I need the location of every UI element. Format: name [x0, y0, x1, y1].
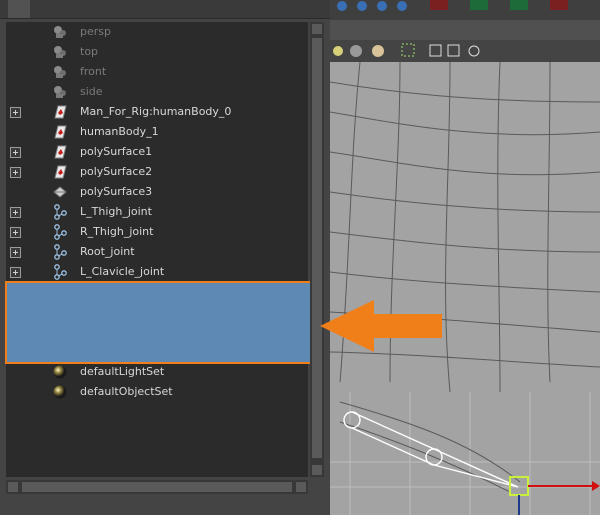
outliner-item[interactable]: side	[6, 82, 308, 102]
outliner-item[interactable]: humanBody_1	[6, 122, 308, 142]
outliner-item[interactable]: defaultLightSet	[6, 362, 308, 382]
mesh-icon	[52, 144, 68, 160]
expand-plus-icon[interactable]	[10, 267, 21, 278]
outliner-item[interactable]: L_Clavicle_joint	[6, 262, 308, 282]
orange-arrow-left-icon	[320, 300, 442, 352]
outliner-item-label: polySurface3	[80, 185, 153, 198]
outliner-item-label: side	[80, 85, 103, 98]
set-sphere-icon	[52, 364, 68, 380]
mesh-icon	[52, 104, 68, 120]
expand-plus-icon[interactable]	[10, 227, 21, 238]
outliner-item[interactable]: front	[6, 62, 308, 82]
camera-icon	[52, 64, 68, 80]
group-icon	[52, 184, 68, 200]
viewport-shelf	[330, 0, 600, 20]
outliner-item[interactable]: polySurface3	[6, 182, 308, 202]
joint-icon	[52, 244, 68, 260]
camera-icon	[52, 44, 68, 60]
outliner-item[interactable]: L_Thigh_joint	[6, 202, 308, 222]
outliner-item[interactable]: Root_joint	[6, 242, 308, 262]
joint-icon	[52, 264, 68, 280]
expand-plus-icon[interactable]	[10, 167, 21, 178]
outliner-item-label: top	[80, 45, 99, 58]
outliner-item-label: polySurface2	[80, 165, 153, 178]
outliner-item[interactable]: polySurface2	[6, 162, 308, 182]
expand-plus-icon[interactable]	[10, 247, 21, 258]
outliner-tree[interactable]: persp top front side Man_For_Rig:humanBody_0…	[6, 22, 308, 477]
outliner-item[interactable]: R_Thigh_joint	[6, 222, 308, 242]
vertical-scrollbar[interactable]	[310, 22, 324, 477]
mesh-icon	[52, 164, 68, 180]
outliner-item-label: defaultLightSet	[80, 365, 165, 378]
outliner-panel: persp top front side Man_For_Rig:humanBody_0…	[0, 0, 332, 515]
outliner-item[interactable]: persp	[6, 22, 308, 42]
outliner-item-label: humanBody_1	[80, 125, 159, 138]
mesh-icon	[52, 124, 68, 140]
outliner-header	[0, 0, 330, 19]
outliner-tab-handle[interactable]	[8, 0, 30, 18]
camera-icon	[52, 84, 68, 100]
expand-plus-icon[interactable]	[10, 107, 21, 118]
scroll-left-button[interactable]	[8, 482, 18, 492]
outliner-item[interactable]: top	[6, 42, 308, 62]
horizontal-scrollbar[interactable]	[6, 480, 308, 494]
outliner-item-label: defaultObjectSet	[80, 385, 173, 398]
outliner-item-label: L_Thigh_joint	[80, 205, 152, 218]
viewport-menu-bar	[330, 20, 600, 40]
scroll-down-button[interactable]	[312, 465, 322, 475]
joint-icon	[52, 204, 68, 220]
expand-plus-icon[interactable]	[10, 207, 21, 218]
mesh-wireframe	[330, 62, 600, 515]
outliner-item-label: R_Thigh_joint	[80, 225, 154, 238]
outliner-item[interactable]: Man_For_Rig:humanBody_0	[6, 102, 308, 122]
outliner-item-label: L_Clavicle_joint	[80, 265, 165, 278]
annotation-highlight-box	[5, 281, 312, 364]
viewport-toolbar	[330, 40, 600, 62]
scroll-thumb[interactable]	[312, 38, 322, 458]
outliner-item[interactable]: polySurface1	[6, 142, 308, 162]
outliner-item-label: persp	[80, 25, 111, 38]
3d-viewport[interactable]	[330, 0, 600, 515]
set-sphere-icon	[52, 384, 68, 400]
camera-icon	[52, 24, 68, 40]
outliner-item-label: polySurface1	[80, 145, 153, 158]
joint-icon	[52, 224, 68, 240]
expand-plus-icon[interactable]	[10, 147, 21, 158]
scroll-right-button[interactable]	[296, 482, 306, 492]
outliner-item-label: Root_joint	[80, 245, 135, 258]
hscroll-thumb[interactable]	[22, 482, 292, 492]
outliner-item-label: front	[80, 65, 107, 78]
scroll-up-button[interactable]	[312, 24, 322, 34]
outliner-item[interactable]: defaultObjectSet	[6, 382, 308, 402]
outliner-item-label: Man_For_Rig:humanBody_0	[80, 105, 232, 118]
